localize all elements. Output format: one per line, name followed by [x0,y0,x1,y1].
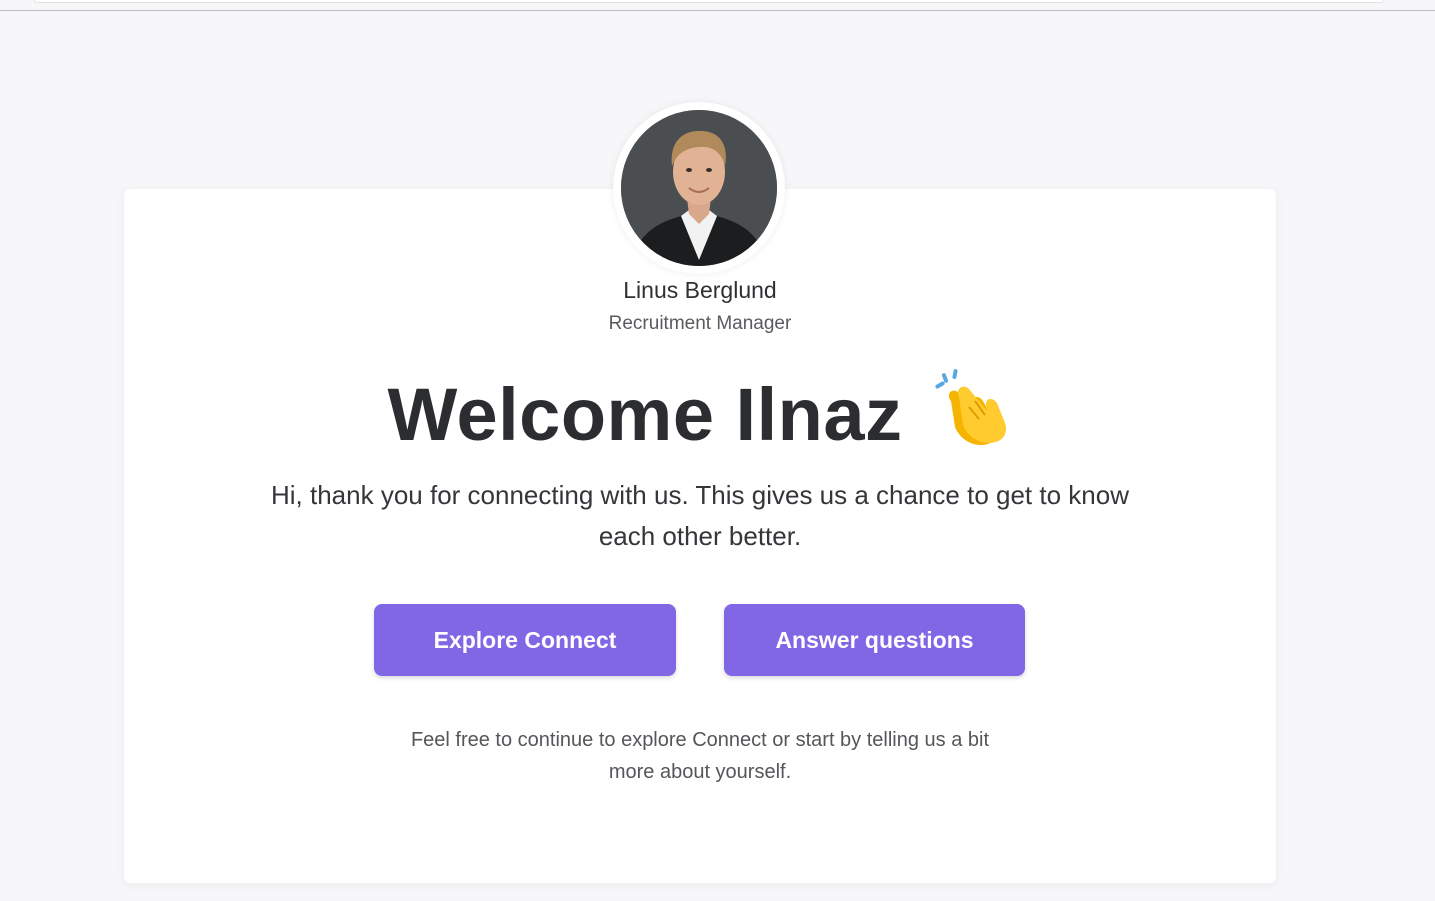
browser-top-bar [0,0,1435,11]
person-photo-icon [621,110,777,266]
profile-role: Recruitment Manager [608,313,792,334]
avatar [621,110,777,266]
welcome-intro: Hi, thank you for connecting with us. Th… [271,480,1129,551]
clapping-hands-icon [929,367,1013,464]
welcome-headline: Welcome Ilnaz [0,368,1400,464]
avatar-frame [613,102,785,274]
footnote-text: Feel free to continue to explore Connect… [410,729,990,783]
profile-name: Linus Berglund [623,277,777,303]
answer-questions-button[interactable]: Answer questions [724,604,1025,676]
explore-connect-button[interactable]: Explore Connect [374,604,676,676]
welcome-headline-text: Welcome Ilnaz [387,373,903,456]
browser-top-bar-inner [34,0,1384,3]
